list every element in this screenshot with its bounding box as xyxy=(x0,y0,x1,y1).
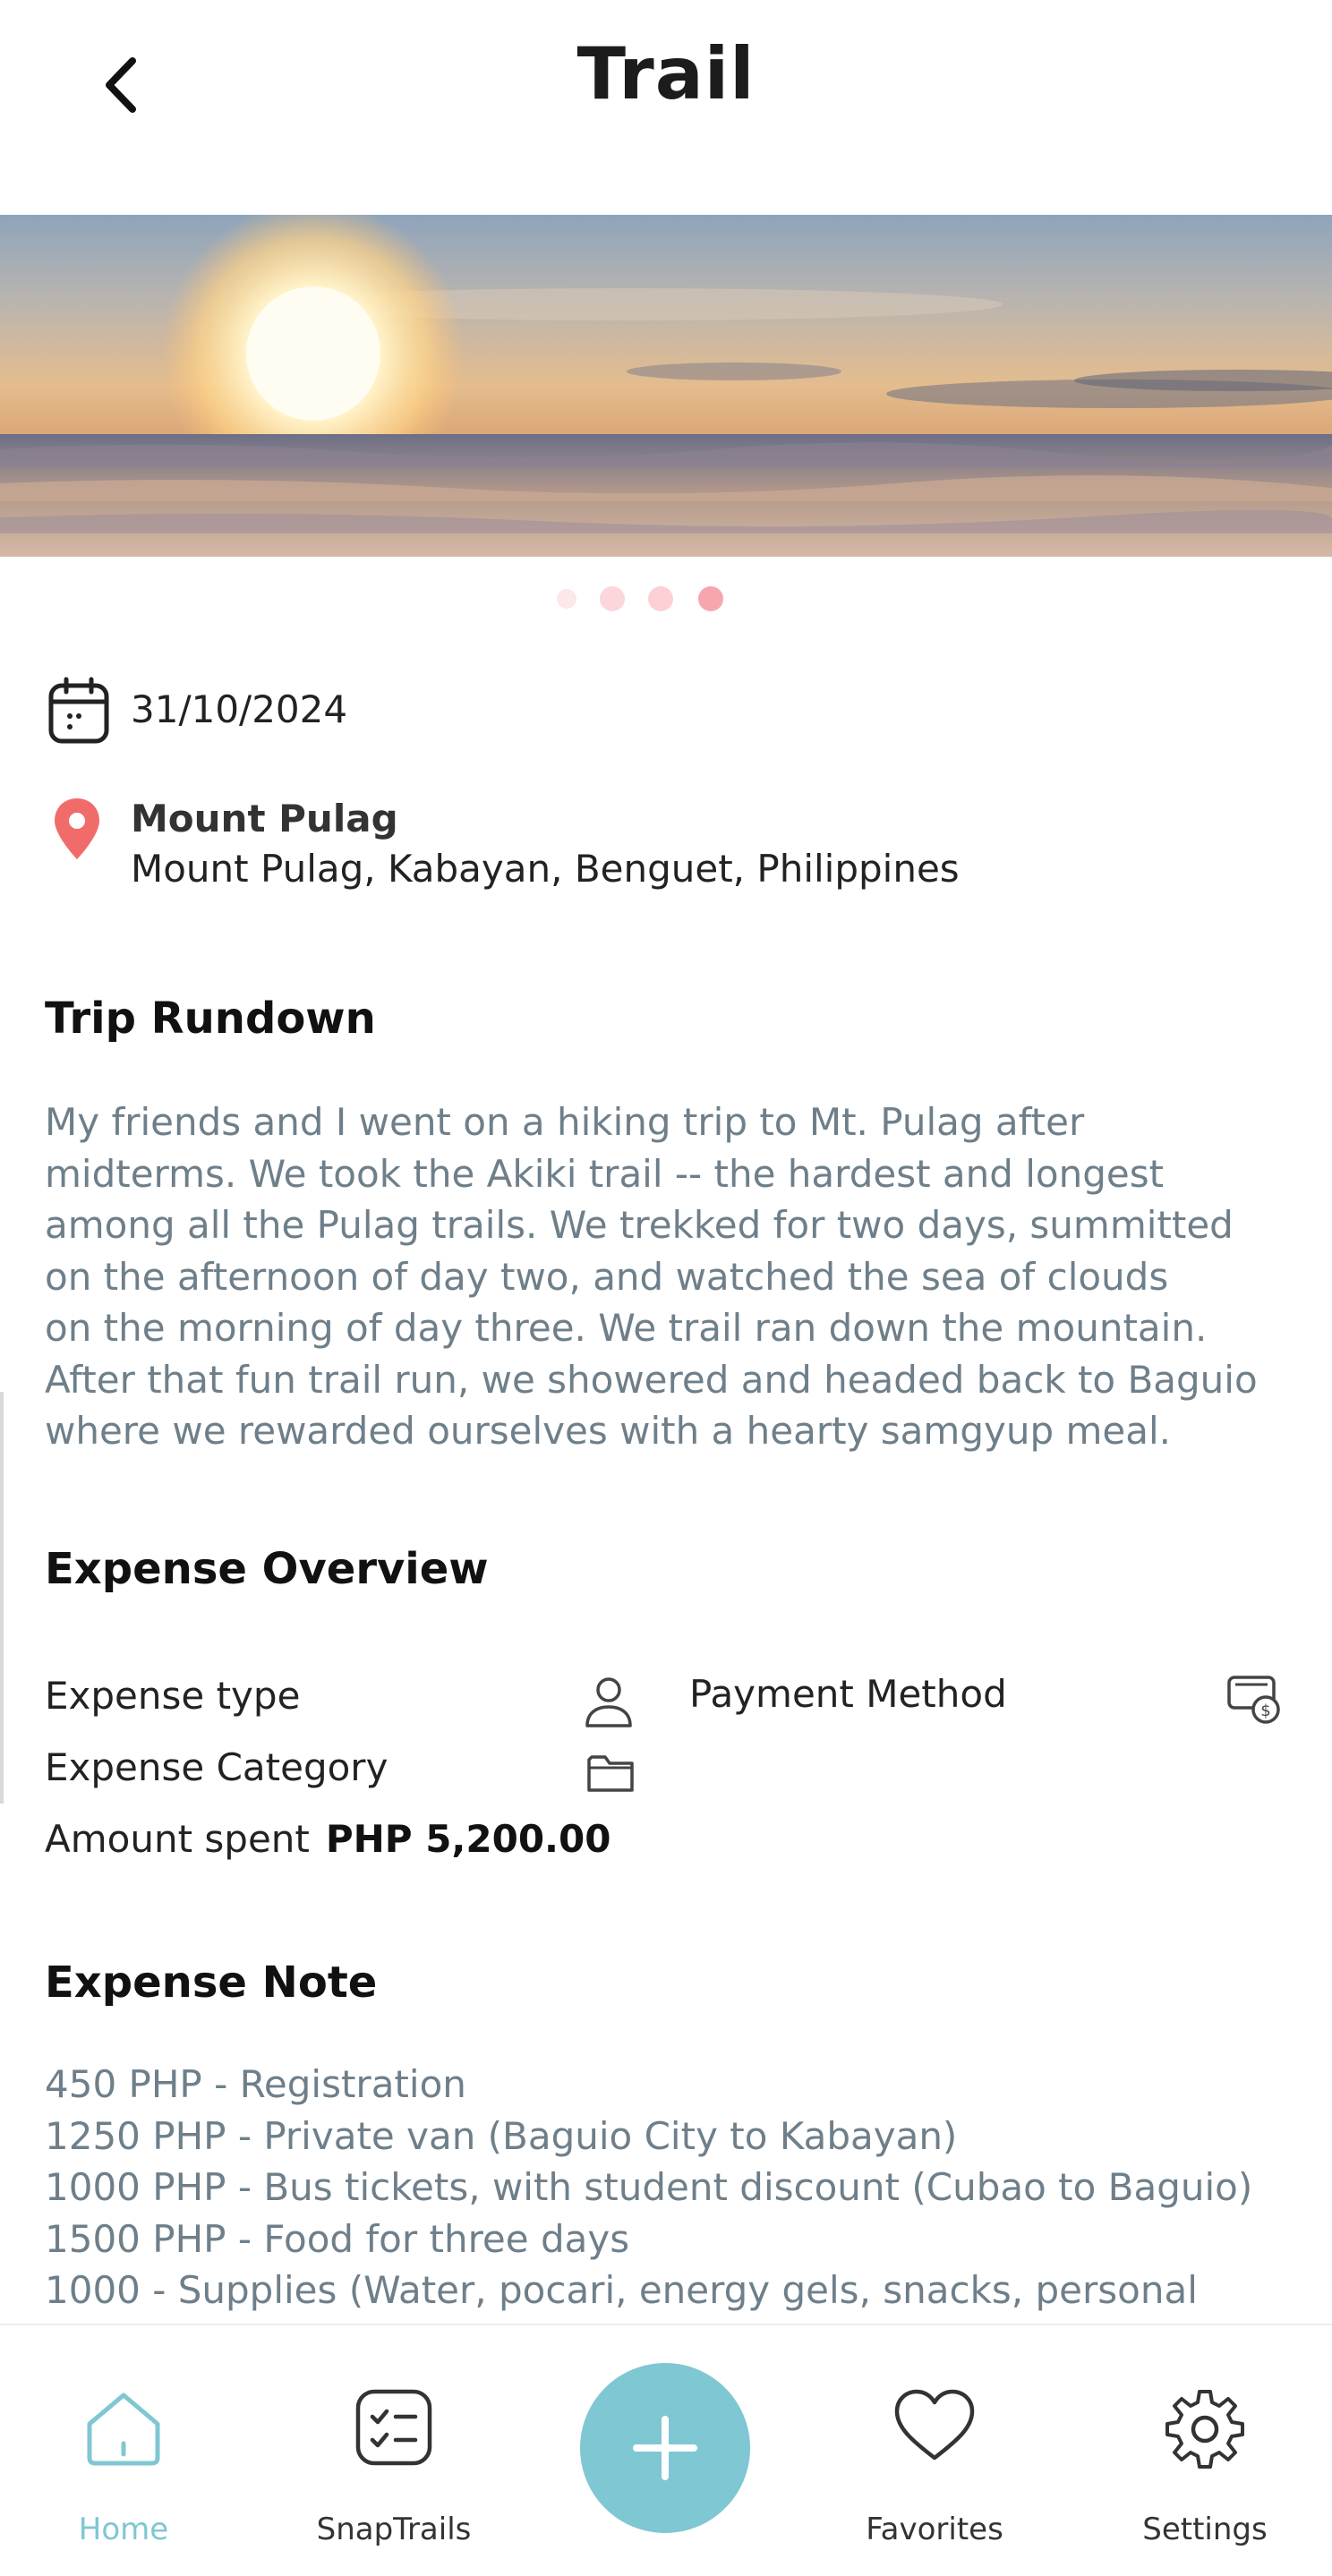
nav-item-home[interactable]: Home xyxy=(16,2325,231,2576)
expense-type-label: Expense type xyxy=(45,1674,301,1718)
expense-note-list: 450 PHP - Registration 1250 PHP - Privat… xyxy=(45,2059,1316,2318)
list-item: 1000 - Supplies (Water, pocari, energy g… xyxy=(45,2268,1198,2312)
nav-label-home: Home xyxy=(78,2512,169,2547)
sunset-over-clouds-image xyxy=(0,215,1332,557)
user-icon[interactable] xyxy=(584,1676,634,1729)
list-item: 1250 PHP - Private van (Baguio City to K… xyxy=(45,2113,958,2158)
checklist-icon xyxy=(355,2389,432,2466)
carousel-dot[interactable] xyxy=(600,586,625,611)
nav-label-favorites: Favorites xyxy=(866,2512,1003,2547)
location-address: Mount Pulag, Kabayan, Benguet, Philippin… xyxy=(131,847,960,891)
rundown-text: My friends and I went on a hiking trip t… xyxy=(45,1100,1258,1453)
amount-row: Amount spent PHP 5,200.00 xyxy=(45,1817,610,1861)
nav-item-favorites[interactable]: Favorites xyxy=(827,2325,1042,2576)
scroll-edge xyxy=(0,1392,4,1804)
trail-date: 31/10/2024 xyxy=(131,687,348,731)
nav-label-settings: Settings xyxy=(1142,2512,1268,2547)
carousel-dot[interactable] xyxy=(557,589,576,609)
list-item: 450 PHP - Registration xyxy=(45,2062,466,2106)
list-item: 1500 PHP - Food for three days xyxy=(45,2216,630,2261)
location-name: Mount Pulag xyxy=(131,797,398,840)
map-pin-icon xyxy=(55,798,99,859)
svg-text:$: $ xyxy=(1260,1702,1270,1720)
home-icon xyxy=(87,2393,160,2466)
gear-icon xyxy=(1166,2390,1244,2469)
amount-label: Amount spent xyxy=(45,1817,310,1861)
nav-label-snaptrails: SnapTrails xyxy=(316,2512,472,2547)
list-item: 1000 PHP - Bus tickets, with student dis… xyxy=(45,2165,1253,2209)
plus-icon xyxy=(633,2416,697,2480)
payment-method-label: Payment Method xyxy=(689,1672,1007,1716)
amount-value: PHP 5,200.00 xyxy=(325,1817,611,1861)
calendar-icon xyxy=(48,677,109,744)
expense-heading: Expense Overview xyxy=(45,1544,489,1594)
expense-note-heading: Expense Note xyxy=(45,1958,378,2008)
expense-category-label: Expense Category xyxy=(45,1745,388,1789)
carousel-indicator[interactable] xyxy=(0,586,1332,613)
heart-icon xyxy=(894,2389,975,2461)
folder-icon[interactable] xyxy=(586,1753,635,1794)
app-header: Trail xyxy=(0,0,1332,179)
carousel-dot-active[interactable] xyxy=(698,586,723,611)
nav-item-snaptrails[interactable]: SnapTrails xyxy=(286,2325,501,2576)
trail-photo[interactable] xyxy=(0,215,1332,557)
carousel-dot[interactable] xyxy=(648,586,673,611)
page-title: Trail xyxy=(576,32,756,115)
cash-icon[interactable]: $ xyxy=(1226,1672,1284,1727)
rundown-heading: Trip Rundown xyxy=(45,994,376,1044)
add-trail-button[interactable] xyxy=(580,2363,750,2533)
nav-item-settings[interactable]: Settings xyxy=(1097,2325,1312,2576)
